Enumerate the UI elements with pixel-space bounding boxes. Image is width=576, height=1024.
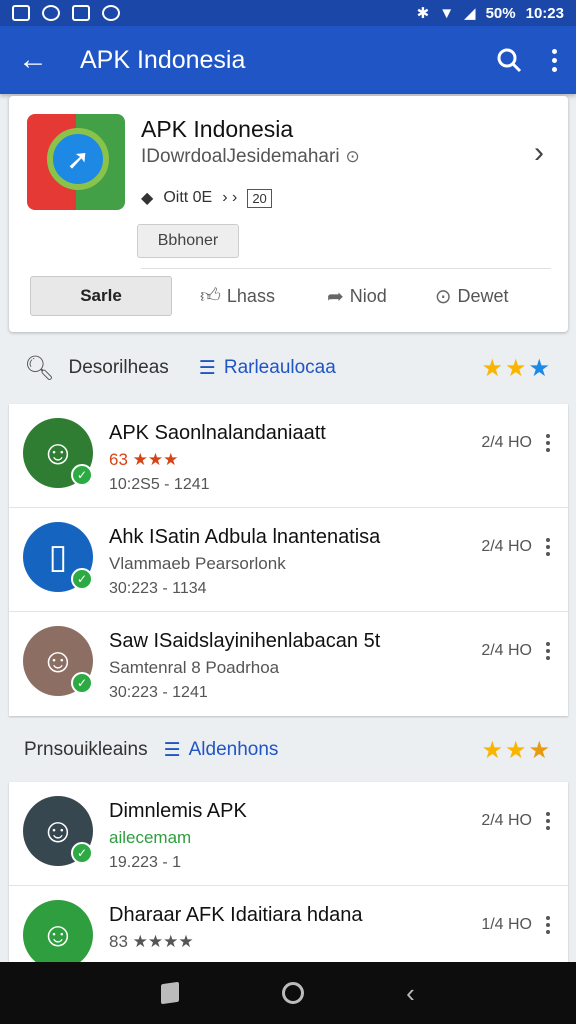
battery-level: 50% — [485, 4, 516, 22]
section-title: Prnsouikleains — [24, 739, 148, 760]
app-name: APK Indonesia — [141, 116, 294, 142]
back-icon[interactable]: ‹ — [406, 978, 415, 1009]
chat-notification-icon — [102, 5, 120, 21]
developer-label: IDowrdoalJesidemahari — [141, 146, 340, 167]
item-subtitle: Samtenral 8 Poadrhoa — [109, 658, 280, 677]
list-item[interactable]: ☺ ✓ Dimnlemis APK ailecemam 19.223 - 1 2… — [9, 782, 568, 886]
section-header-2: Prnsouikleains ☰ Aldenhons ★★★ — [0, 730, 576, 770]
list-item[interactable]: ☺ Dharaar AFK Idaitiara hdana 83 ★★★★ 1/… — [9, 886, 568, 962]
clock: 10:23 — [525, 4, 564, 22]
item-size: 2/4 HO — [481, 434, 532, 451]
app-meta: ◆ Oitt 0E › › 20 — [141, 188, 272, 208]
verified-check-icon: ✓ — [71, 842, 93, 864]
more-options-icon[interactable] — [546, 538, 550, 556]
verified-check-icon: ✓ — [71, 568, 93, 590]
item-title: Saw ISaidslayinihenlabacan 5t — [109, 630, 381, 652]
list-icon: ☰ — [198, 357, 216, 379]
item-subtitle: 83 ★★★★ — [109, 932, 194, 951]
item-date: 30:223 - 1241 — [109, 684, 208, 701]
verified-check-icon: ✓ — [71, 464, 93, 486]
item-date: 10:2S5 - 1241 — [109, 476, 210, 493]
diamond-icon: ◆ — [141, 190, 154, 207]
more-options-icon[interactable] — [546, 916, 550, 934]
chevron-right-icon[interactable]: › — [534, 136, 544, 170]
list-item[interactable]: ☺ ✓ Saw ISaidslayinihenlabacan 5t Samten… — [9, 612, 568, 716]
bluetooth-icon: ✱ — [416, 5, 430, 22]
more-options-icon[interactable] — [546, 812, 550, 830]
more-options-icon[interactable] — [546, 642, 550, 660]
section-link[interactable]: ☰ Aldenhons — [164, 739, 279, 762]
section-link[interactable]: ☰ Rarleaulocaa — [199, 357, 336, 380]
download-label: Dewet — [457, 285, 509, 306]
app-bar: ← APK Indonesia — [0, 26, 576, 94]
thumbs-up-icon: 👍︎ — [200, 285, 221, 307]
home-icon[interactable] — [281, 982, 304, 1004]
search-icon[interactable] — [496, 47, 522, 73]
section-link-label: Rarleaulocaa — [223, 357, 336, 378]
app-list-1: ☺ ✓ APK Saonlnalandaniaatt 63 ★★★ 10:2S5… — [9, 404, 568, 716]
item-subtitle: 63 ★★★ — [109, 450, 179, 469]
recents-icon[interactable] — [161, 981, 180, 1005]
list-item[interactable]: ☺ ✓ APK Saonlnalandaniaatt 63 ★★★ 10:2S5… — [9, 404, 568, 508]
search-icon[interactable]: 🔍︎ — [24, 354, 54, 383]
item-date: 30:223 - 1134 — [109, 580, 207, 597]
like-label: Lhass — [226, 285, 275, 306]
like-button[interactable]: 👍︎ Lhass — [200, 284, 275, 308]
list-icon: ☰ — [163, 739, 181, 761]
avatar: ☺ — [23, 900, 93, 962]
action-row: Sarle 👍︎ Lhass ➦ Niod ⊙ Dewet — [30, 276, 550, 316]
overflow-menu-icon[interactable] — [552, 48, 558, 72]
item-title: Dimnlemis APK — [109, 800, 247, 822]
item-size: 2/4 HO — [481, 812, 532, 829]
download-circle-icon: ⊙ — [434, 285, 452, 308]
section-title: Desorilheas — [68, 357, 169, 378]
section-link-label: Aldenhons — [188, 739, 279, 760]
item-size: 2/4 HO — [481, 642, 532, 659]
arrow-icon: › › — [222, 189, 238, 206]
rating-stars: ★★★ — [481, 736, 552, 764]
app-detail-card[interactable]: ➚ APK Indonesia IDowrdoalJesidemahari ⊙ ›… — [9, 96, 568, 332]
status-bar: ✱ ▼ ◢ 50% 10:23 — [0, 0, 576, 26]
list-item[interactable]: ▯ ✓ Ahk ISatin Adbula lnantenatisa Vlamm… — [9, 508, 568, 612]
section-header-1: 🔍︎ Desorilheas ☰ Rarleaulocaa ★★★ — [0, 348, 576, 388]
save-button[interactable]: Sarle — [30, 276, 172, 316]
maps-notification-icon — [72, 5, 90, 21]
item-subtitle: Vlammaeb Pearsorlonk — [109, 554, 286, 573]
app-list-2: ☺ ✓ Dimnlemis APK ailecemam 19.223 - 1 2… — [9, 782, 568, 962]
share-arrow-icon: ➦ — [326, 285, 344, 308]
settings-notification-icon — [42, 5, 60, 21]
app-logo-icon: ➚ — [27, 114, 125, 210]
developer-name: IDowrdoalJesidemahari ⊙ — [141, 146, 360, 168]
more-options-icon[interactable] — [546, 434, 550, 452]
item-date: 19.223 - 1 — [109, 854, 182, 871]
item-title: Dharaar AFK Idaitiara hdana — [109, 904, 363, 926]
download-button[interactable]: ⊙ Dewet — [435, 284, 509, 309]
item-subtitle: ailecemam — [109, 828, 192, 847]
item-size: 2/4 HO — [481, 538, 532, 555]
back-arrow-icon[interactable]: ← — [18, 43, 54, 77]
item-title: Ahk ISatin Adbula lnantenatisa — [109, 526, 381, 548]
rating-stars: ★★★ — [481, 354, 552, 382]
system-nav-bar: ‹ — [0, 962, 576, 1024]
divider — [141, 268, 551, 269]
item-title: APK Saonlnalandaniaatt — [109, 422, 326, 444]
rating-badge: 20 — [247, 188, 272, 208]
signal-icon: ◢ — [464, 5, 476, 22]
category-chip[interactable]: Bbhoner — [137, 224, 239, 258]
gallery-notification-icon — [12, 5, 30, 21]
verified-check-icon: ✓ — [71, 672, 93, 694]
verified-icon: ⊙ — [345, 147, 360, 166]
mod-label: Niod — [349, 285, 387, 306]
wifi-icon: ▼ — [439, 4, 455, 22]
mod-button[interactable]: ➦ Niod — [327, 284, 387, 309]
page-title: APK Indonesia — [80, 45, 246, 74]
app-meta-text: Oitt 0E — [163, 189, 213, 206]
item-size: 1/4 HO — [481, 916, 532, 933]
